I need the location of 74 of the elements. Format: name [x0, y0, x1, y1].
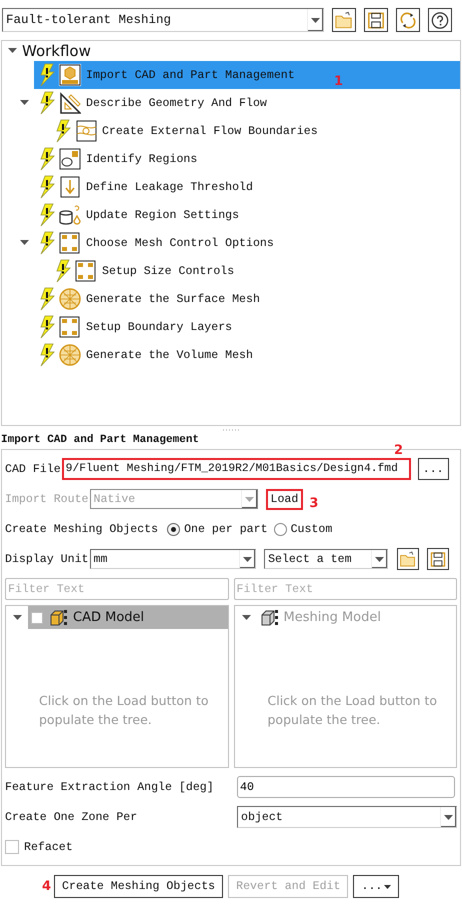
- save-button[interactable]: [427, 548, 449, 570]
- refacet-checkbox[interactable]: Refacet: [5, 840, 73, 854]
- dropdown-arrow-icon: [375, 556, 384, 562]
- corner-squares-icon: [59, 316, 81, 338]
- caret-icon: [384, 885, 392, 889]
- empty-message: Click on the Load button to populate the tree.: [39, 692, 209, 729]
- field-label: Create One Zone Per: [5, 810, 138, 824]
- open-folder-button[interactable]: [332, 8, 356, 32]
- angle-field[interactable]: 40: [237, 776, 455, 798]
- cube-box-icon: [59, 64, 81, 86]
- section-title: Import CAD and Part Management: [0, 434, 200, 447]
- corner-squares-icon: [75, 260, 97, 282]
- template-dropdown[interactable]: Select a tem: [264, 549, 388, 569]
- task-item[interactable]: Generate the Surface Mesh: [34, 285, 460, 313]
- empty-message: Click on the Load button to populate the tree.: [268, 692, 438, 729]
- dropdown-arrow-icon: [244, 496, 254, 502]
- flow-box-icon: [75, 120, 97, 142]
- file-path-field[interactable]: 9/Fluent Meshing/FTM_2019R2/M01Basics/Design4.fmd: [62, 458, 411, 480]
- triangle-ruler-icon: [59, 92, 81, 114]
- refresh-button[interactable]: [396, 8, 420, 32]
- field-label: Feature Extraction Angle [deg]: [5, 780, 215, 794]
- dropdown-arrow-icon: [311, 18, 320, 22]
- field-label: CAD File: [5, 462, 61, 476]
- task-item[interactable]: Choose Mesh Control Options: [34, 229, 460, 257]
- corner-squares-icon: [59, 232, 81, 254]
- more-menu-button[interactable]: ...: [353, 875, 400, 898]
- callout-number: 2: [394, 443, 404, 458]
- task-item[interactable]: Create External Flow Boundaries: [50, 117, 460, 145]
- mesh-sphere-icon: [59, 344, 81, 366]
- expand-toggle-icon[interactable]: [8, 48, 17, 54]
- tree-heading[interactable]: Workflow: [22, 42, 91, 60]
- task-item[interactable]: Import CAD and Part Management 1: [34, 61, 460, 89]
- radio-button[interactable]: [167, 522, 180, 536]
- down-arrow-box-icon: [59, 176, 81, 198]
- filter-field[interactable]: Filter Text: [5, 578, 228, 600]
- cube-icon: [49, 608, 67, 626]
- mesh-sphere-icon: [59, 288, 81, 310]
- task-item[interactable]: Identify Regions: [34, 145, 460, 173]
- expand-toggle-icon[interactable]: [20, 240, 29, 246]
- region-icon: [59, 148, 81, 170]
- task-item[interactable]: Describe Geometry And Flow: [34, 89, 460, 117]
- task-item[interactable]: Setup Size Controls: [50, 257, 460, 285]
- field-label: Display Unit: [5, 552, 88, 566]
- help-button[interactable]: [428, 8, 452, 32]
- save-button[interactable]: [364, 8, 388, 32]
- dropdown-arrow-icon: [243, 556, 252, 562]
- cube-icon: [260, 608, 278, 626]
- expand-toggle-icon[interactable]: [13, 614, 22, 620]
- action-button[interactable]: Create Meshing Objects: [54, 875, 224, 898]
- field-label: Create Meshing Objects: [5, 522, 158, 536]
- field-label: Import Route: [5, 492, 88, 506]
- workflow-type-dropdown[interactable]: Fault-tolerant Meshing: [2, 8, 324, 32]
- callout-number: 4: [42, 879, 52, 894]
- task-item[interactable]: Generate the Volume Mesh: [34, 341, 460, 369]
- expand-toggle-icon[interactable]: [20, 100, 29, 106]
- callout-number: 1: [334, 74, 344, 89]
- display-unit-dropdown[interactable]: mm: [90, 549, 256, 569]
- callout-number: 3: [309, 496, 318, 510]
- splitter-handle-icon: [222, 428, 240, 432]
- radio-button[interactable]: [274, 522, 287, 536]
- radio-label[interactable]: Custom: [290, 522, 332, 536]
- radio-label[interactable]: One per part: [184, 522, 268, 536]
- task-item[interactable]: Setup Boundary Layers: [34, 313, 460, 341]
- browse-button[interactable]: ...: [418, 458, 449, 480]
- tree-item[interactable]: CAD Model: [28, 606, 228, 629]
- checkbox[interactable]: [31, 612, 43, 624]
- load-button[interactable]: Load: [266, 488, 304, 510]
- expand-toggle-icon[interactable]: [242, 614, 250, 620]
- dropdown-arrow-icon: [444, 814, 453, 820]
- open-folder-button[interactable]: [397, 548, 419, 570]
- cylinder-drop-icon: [59, 204, 81, 226]
- task-item[interactable]: Define Leakage Threshold: [34, 173, 460, 201]
- task-item[interactable]: Update Region Settings: [34, 201, 460, 229]
- zone-dropdown[interactable]: object: [237, 806, 457, 828]
